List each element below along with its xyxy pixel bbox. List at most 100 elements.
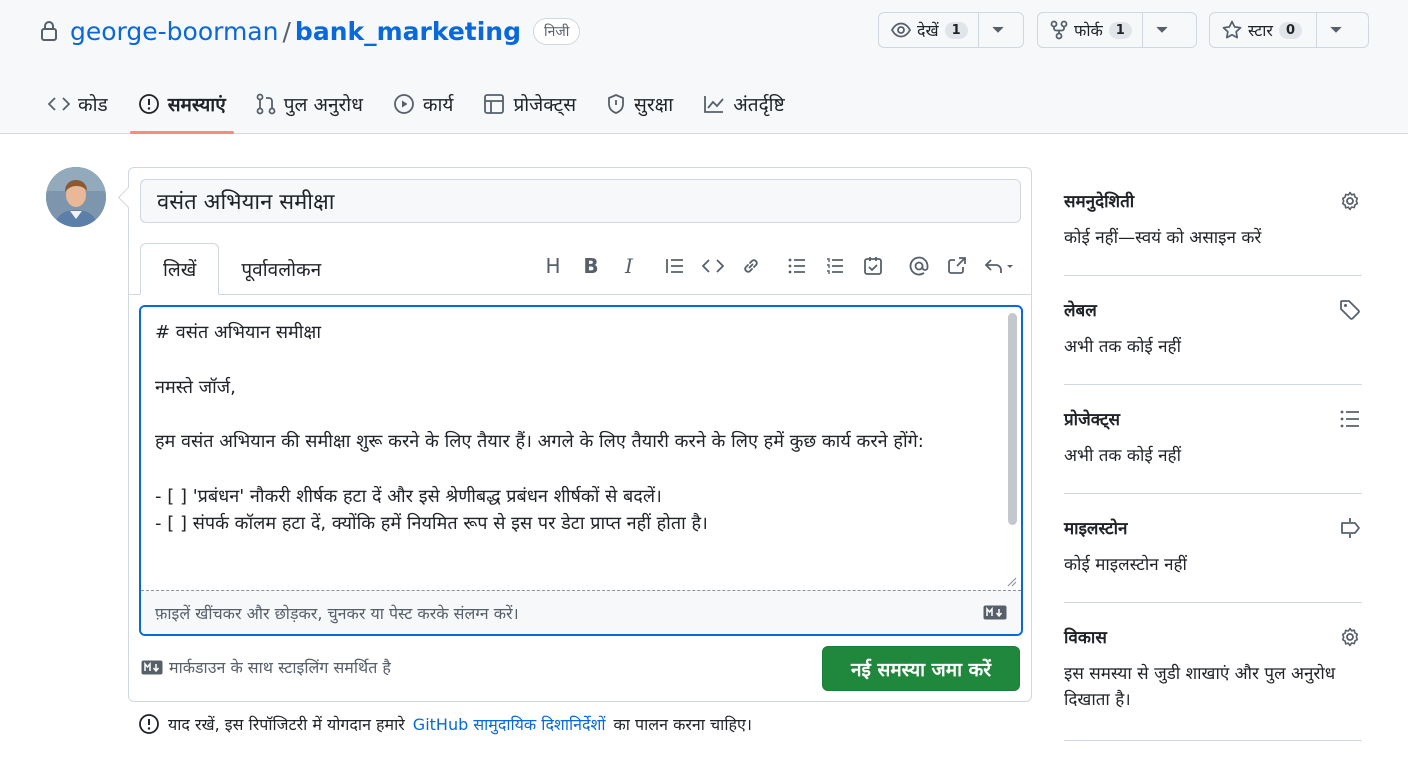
star-icon — [1222, 20, 1242, 39]
tab-actions[interactable]: कार्य — [385, 80, 462, 128]
bold-button[interactable]: B — [575, 250, 607, 282]
repo-name-link[interactable]: bank_marketing — [295, 17, 521, 46]
italic-button[interactable]: I — [613, 250, 645, 282]
assignees-value: कोई नहीं—स्वयं को असाइन करें — [1064, 228, 1262, 248]
development-heading: विकास — [1064, 628, 1107, 648]
heading-button[interactable]: H — [537, 250, 569, 282]
watch-label: देखें — [917, 21, 939, 40]
cross-reference-icon — [948, 257, 966, 274]
ordered-list-button[interactable] — [819, 250, 851, 282]
issue-sidebar: समनुदेशिती कोई नहीं—स्वयं को असाइन करें … — [1064, 167, 1362, 741]
shield-icon — [608, 94, 624, 114]
unordered-list-icon — [788, 258, 805, 274]
resize-handle-icon[interactable] — [1005, 575, 1017, 587]
list-icon[interactable] — [1338, 407, 1362, 431]
tab-projects-label: प्रोजेक्ट्स — [513, 94, 577, 116]
tab-insights[interactable]: अंतर्दृष्टि — [695, 80, 792, 128]
cross-reference-button[interactable] — [941, 250, 973, 282]
reply-icon — [984, 259, 1013, 273]
fork-button[interactable]: फोर्क 1 — [1038, 13, 1143, 47]
markdown-note-text: मार्कडाउन के साथ स्टाइलिंग समर्थित है — [169, 658, 391, 677]
table-icon — [484, 94, 505, 114]
unordered-list-button[interactable] — [781, 250, 813, 282]
tab-code[interactable]: कोड — [40, 80, 116, 128]
issue-body-textarea[interactable]: # वसंत अभियान समीक्षा नमस्ते जॉर्ज, हम व… — [141, 307, 1003, 591]
play-icon — [393, 94, 414, 114]
tab-issues-label: समस्याएं — [167, 94, 226, 116]
link-icon — [744, 259, 758, 273]
star-button-group: स्टार 0 — [1209, 12, 1369, 48]
sidebar-assignees[interactable]: समनुदेशिती कोई नहीं—स्वयं को असाइन करें — [1064, 167, 1362, 276]
contribution-note-prefix: याद रखें, इस रिपॉजिटरी में योगदान हमारे — [168, 715, 405, 734]
markdown-toolbar: H B I — [537, 250, 1019, 282]
sidebar-projects[interactable]: प्रोजेक्ट्स अभी तक कोई नहीं — [1064, 385, 1362, 494]
assignees-heading: समनुदेशिती — [1064, 192, 1135, 212]
watch-button-group: देखें 1 — [878, 12, 1024, 48]
visibility-badge: निजी — [532, 17, 581, 45]
chevron-down-icon — [992, 26, 1003, 33]
contribution-note-suffix: का पालन करना चाहिए। — [613, 715, 752, 734]
fork-dropdown[interactable] — [1143, 13, 1181, 47]
milestone-heading: माइलस्टोन — [1064, 519, 1128, 539]
watch-button[interactable]: देखें 1 — [879, 13, 979, 47]
avatar[interactable] — [46, 167, 106, 227]
gear-icon[interactable] — [1338, 189, 1362, 213]
repo-header: george-boorman / bank_marketing निजी देख… — [0, 0, 1408, 134]
chevron-down-icon — [1330, 26, 1342, 33]
git-pull-request-icon — [256, 93, 276, 115]
milestone-value: कोई माइलस्टोन नहीं — [1064, 555, 1187, 575]
star-dropdown[interactable] — [1317, 13, 1355, 47]
attach-hint: फ़ाइलें खींचकर और छोड़कर, चुनकर या पेस्ट… — [155, 603, 519, 623]
milestone-icon[interactable] — [1338, 516, 1362, 540]
tab-code-label: कोड — [78, 94, 108, 116]
sidebar-development[interactable]: विकास इस समस्या से जुडी शाखाएं और पुल अन… — [1064, 603, 1362, 741]
labels-heading: लेबल — [1064, 301, 1097, 321]
quote-button[interactable] — [659, 250, 691, 282]
contribution-note: याद रखें, इस रिपॉजिटरी में योगदान हमारे … — [138, 713, 752, 735]
sidebar-milestone[interactable]: माइलस्टोन कोई माइलस्टोन नहीं — [1064, 494, 1362, 603]
projects-value: अभी तक कोई नहीं — [1064, 446, 1181, 466]
watch-count: 1 — [944, 21, 968, 39]
link-button[interactable] — [735, 250, 767, 282]
tab-projects[interactable]: प्रोजेक्ट्स — [475, 80, 584, 128]
repo-owner-link[interactable]: george-boorman — [70, 17, 278, 46]
mention-button[interactable] — [903, 250, 935, 282]
task-list-button[interactable] — [857, 250, 889, 282]
watch-dropdown[interactable] — [979, 13, 1017, 47]
tab-write[interactable]: लिखें — [140, 243, 220, 295]
tab-insights-label: अंतर्दृष्टि — [733, 94, 785, 116]
community-guidelines-link[interactable]: GitHub सामुदायिक दिशानिर्देशों — [413, 713, 606, 735]
fork-button-group: फोर्क 1 — [1037, 12, 1197, 48]
repo-separator: / — [282, 16, 291, 46]
saved-replies-button[interactable] — [979, 250, 1019, 282]
star-button[interactable]: स्टार 0 — [1210, 13, 1318, 47]
italic-icon: I — [625, 254, 633, 278]
markdown-icon — [141, 660, 163, 674]
star-label: स्टार — [1248, 21, 1273, 40]
gear-icon[interactable] — [1338, 625, 1362, 649]
fork-icon — [1050, 20, 1068, 40]
chevron-down-icon — [1156, 26, 1168, 33]
star-count: 0 — [1278, 21, 1303, 39]
file-attach-zone[interactable]: फ़ाइलें खींचकर और छोड़कर, चुनकर या पेस्ट… — [141, 590, 1021, 634]
tab-security[interactable]: सुरक्षा — [598, 80, 681, 128]
repo-nav: कोड समस्याएं पुल अनुरोध कार्य प्रोजेक्ट्… — [40, 80, 807, 134]
sidebar-labels[interactable]: लेबल अभी तक कोई नहीं — [1064, 276, 1362, 385]
graph-icon — [704, 96, 724, 113]
heading-icon: H — [545, 254, 561, 278]
editor-scrollbar[interactable] — [1008, 313, 1017, 525]
tab-pull-requests[interactable]: पुल अनुरोध — [248, 80, 371, 128]
tab-issues[interactable]: समस्याएं — [129, 80, 234, 134]
code-button[interactable] — [697, 250, 729, 282]
new-issue-form: लिखें पूर्वावलोकन H B I — [128, 167, 1032, 702]
repo-title: george-boorman / bank_marketing निजी — [40, 14, 581, 48]
code-icon — [702, 259, 724, 273]
lock-icon — [40, 20, 60, 42]
submit-issue-button[interactable]: नई समस्या जमा करें — [822, 646, 1020, 691]
issue-opened-icon — [138, 94, 159, 114]
editor-tabs: लिखें पूर्वावलोकन — [140, 243, 343, 295]
issue-title-input[interactable] — [140, 179, 1021, 223]
info-icon — [139, 714, 159, 734]
tab-preview[interactable]: पूर्वावलोकन — [219, 243, 343, 295]
tag-icon[interactable] — [1338, 298, 1362, 322]
